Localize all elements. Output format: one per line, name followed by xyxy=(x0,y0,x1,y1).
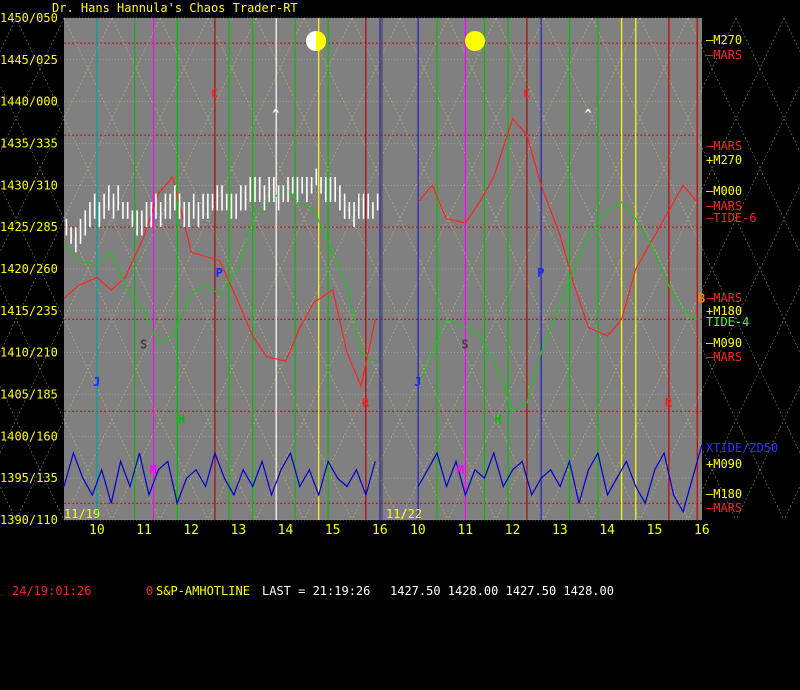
right-label: —TIDE-6 xyxy=(706,211,757,225)
hour-tick-label: 12 xyxy=(505,523,521,538)
full-moon-icon xyxy=(465,31,485,51)
planet-marker-h: H xyxy=(178,413,185,427)
planet-marker-r: R xyxy=(665,396,673,410)
planet-marker-s: S xyxy=(461,337,468,351)
hour-tick-label: 10 xyxy=(410,523,426,538)
status-last: LAST = 21:19:26 xyxy=(262,584,371,598)
right-label: —MARS xyxy=(706,139,742,153)
planet-marker-^: ^ xyxy=(584,107,591,121)
price-tick-label: 1410/210 xyxy=(0,346,58,360)
planet-marker-s: S xyxy=(140,337,147,351)
status-zero: 0 xyxy=(146,584,154,598)
hour-tick-label: 14 xyxy=(599,523,615,538)
price-tick-label: 1400/160 xyxy=(0,429,58,443)
date-label: 11/19 xyxy=(64,507,100,521)
right-label: —MARS xyxy=(706,501,742,515)
date-label: 11/22 xyxy=(386,507,422,521)
right-label: —M270 xyxy=(706,33,742,47)
planet-marker-m: M xyxy=(457,463,464,477)
half-moon-icon xyxy=(306,31,326,51)
lattice-line xyxy=(783,485,800,521)
price-tick-label: 1435/335 xyxy=(0,137,58,151)
hour-tick-label: 16 xyxy=(372,523,388,538)
hour-tick-label: 13 xyxy=(552,523,568,538)
right-label: —M000 xyxy=(706,184,742,198)
planet-marker-h: H xyxy=(495,413,502,427)
status-bar: 24/19:01:26 0 S&P-AMHOTLINE LAST = 21:19… xyxy=(0,582,800,600)
price-tick-label: 1405/185 xyxy=(0,388,58,402)
planet-marker-p: P xyxy=(216,266,223,280)
right-label: XTIDE/ZD50 xyxy=(706,441,778,455)
planet-marker-m: M xyxy=(150,463,157,477)
price-tick-label: 1445/025 xyxy=(0,53,58,67)
right-label: —M090 xyxy=(706,336,742,350)
price-tick-label: 1415/235 xyxy=(0,304,58,318)
planet-marker-c: C xyxy=(523,86,530,100)
hour-tick-label: 11 xyxy=(457,523,473,538)
hour-tick-label: 14 xyxy=(278,523,294,538)
lattice-line xyxy=(783,17,800,53)
price-axis: 1450/050 1445/025 1440/000 1435/335 1430/310… xyxy=(0,11,58,527)
hour-tick-label: 11 xyxy=(136,523,152,538)
hour-tick-label: 15 xyxy=(325,523,341,538)
price-tick-label: 1390/110 xyxy=(0,513,58,527)
planet-marker-c: C xyxy=(211,86,218,100)
hour-tick-label: 16 xyxy=(694,523,710,538)
right-label: TIDE-4 xyxy=(706,315,749,329)
status-values: 1427.50 1428.00 1427.50 1428.00 xyxy=(390,584,614,598)
price-tick-label: 1440/000 xyxy=(0,95,58,109)
chart-title: Dr. Hans Hannula's Chaos Trader-RT xyxy=(52,1,298,15)
status-timestamp: 24/19:01:26 xyxy=(12,584,92,598)
right-label: +M090 xyxy=(706,457,742,471)
chaos-chart[interactable]: C C P P S S J J R R H H M M ^ ^ B Dr. Hans Hannula's Cha… xyxy=(0,0,800,600)
planet-marker-p: P xyxy=(537,266,544,280)
planet-marker-b: B xyxy=(698,291,705,305)
price-tick-label: 1420/260 xyxy=(0,262,58,276)
price-tick-label: 1430/310 xyxy=(0,178,58,192)
price-tick-label: 1395/135 xyxy=(0,471,58,485)
price-tick-label: 1425/285 xyxy=(0,220,58,234)
planet-marker-^: ^ xyxy=(272,107,279,121)
planet-marker-j: J xyxy=(93,375,100,389)
status-symbol: S&P-AMHOTLINE xyxy=(156,584,250,598)
price-tick-label: 1450/050 xyxy=(0,11,58,25)
right-label: +M270 xyxy=(706,153,742,167)
hour-tick-label: 13 xyxy=(231,523,247,538)
right-label: —MARS xyxy=(706,291,742,305)
hour-tick-label: 12 xyxy=(183,523,199,538)
hour-tick-label: 10 xyxy=(89,523,105,538)
right-label: —MARS xyxy=(706,48,742,62)
hour-tick-label: 15 xyxy=(647,523,663,538)
planet-marker-r: R xyxy=(362,396,370,410)
right-label: —M180 xyxy=(706,487,742,501)
right-label: —MARS xyxy=(706,350,742,364)
planet-marker-j: J xyxy=(414,375,421,389)
